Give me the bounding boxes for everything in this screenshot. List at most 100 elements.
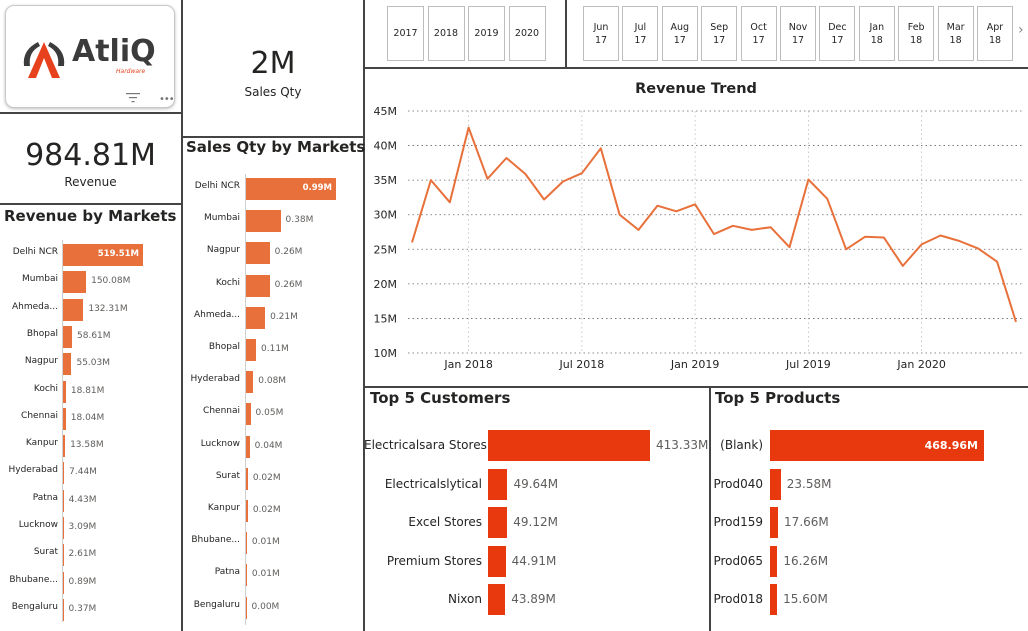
filter-lines-icon[interactable]: [126, 92, 140, 104]
year-option-2019[interactable]: 2019: [468, 6, 505, 61]
bar-label: Bengaluru: [193, 599, 240, 610]
bar[interactable]: [770, 545, 778, 577]
bar[interactable]: [246, 210, 281, 233]
month-option[interactable]: Dec 17: [819, 6, 856, 61]
month-name: Dec: [828, 21, 847, 33]
year-option-2020[interactable]: 2020: [508, 6, 546, 61]
year-slicer: 2017 2018 2019 2020: [364, 0, 565, 67]
bar-label: Bhopal: [208, 342, 240, 352]
revenue-value: 984.81M: [25, 138, 156, 173]
bar-value: 2.61M: [68, 549, 97, 560]
bar-value: 43.89M: [511, 592, 556, 606]
month-option[interactable]: Jun 17: [583, 6, 619, 61]
divider: [0, 203, 182, 205]
year-option-2017[interactable]: 2017: [387, 6, 424, 61]
y-tick-label: 40M: [374, 140, 398, 153]
month-year: 17: [713, 34, 726, 46]
bar[interactable]: [246, 564, 247, 587]
bar[interactable]: [770, 468, 781, 500]
y-tick-label: 30M: [374, 209, 398, 222]
bar-label: Kochi: [33, 383, 58, 394]
bar-label: Lucknow: [18, 520, 58, 530]
bar[interactable]: [63, 271, 87, 294]
bar[interactable]: [63, 598, 64, 621]
month-option[interactable]: Mar 18: [937, 6, 974, 61]
bar-value: 413.33M: [656, 438, 709, 452]
bar-value: 7.44M: [69, 467, 97, 478]
bar[interactable]: [246, 467, 248, 490]
bar[interactable]: [63, 325, 73, 348]
month-option[interactable]: Nov 17: [780, 6, 816, 61]
bar[interactable]: [770, 584, 778, 615]
bar-value: 0.02M: [252, 505, 281, 515]
bar-value: 3.09M: [68, 522, 97, 532]
bar-value: 0.99M: [302, 183, 332, 193]
sales-qty-value: 2M: [250, 46, 296, 81]
bar[interactable]: [246, 500, 248, 522]
bar[interactable]: [63, 407, 66, 430]
y-tick-label: 45M: [374, 105, 398, 118]
y-tick-label: 10M: [374, 347, 398, 360]
bar[interactable]: [63, 380, 66, 403]
bar[interactable]: [63, 462, 65, 485]
bar[interactable]: [488, 468, 508, 500]
bar-label: Kanpur: [207, 503, 240, 513]
bar-label: Delhi NCR: [12, 247, 58, 257]
logo-card[interactable]: AtliQ Hardware •••: [5, 5, 175, 108]
sales-qty-label: Sales Qty: [244, 85, 302, 99]
bar[interactable]: [770, 507, 779, 538]
bar[interactable]: [246, 274, 270, 297]
month-name: Jul: [634, 21, 647, 33]
revenue-trend-panel: Revenue Trend 10M 15M 20M 25M 30M 35M 40M 45M Ja…: [364, 69, 1028, 386]
bar-value: 0.38M: [285, 215, 314, 226]
bar[interactable]: [63, 298, 84, 321]
bar[interactable]: [246, 306, 266, 329]
bar[interactable]: [488, 430, 650, 461]
bar[interactable]: [63, 517, 64, 539]
bar[interactable]: [63, 489, 64, 512]
more-options-icon[interactable]: •••: [159, 94, 175, 105]
revenue-trend-line: [411, 126, 1017, 323]
bar-label: Surat: [33, 547, 58, 558]
bar[interactable]: [63, 571, 64, 594]
x-tick-label: Jul 2019: [785, 358, 831, 371]
month-option[interactable]: Feb 18: [898, 6, 935, 61]
bar-value: 150.08M: [91, 276, 131, 287]
revenue-kpi-card: 984.81M Revenue: [0, 114, 181, 203]
bar-value: 0.26M: [274, 247, 303, 258]
bar-value: 49.12M: [513, 515, 558, 529]
bar-label: Mumbai: [204, 213, 240, 224]
bar[interactable]: [246, 435, 250, 458]
bar-label: Ahmeda...: [12, 301, 58, 312]
bar[interactable]: [63, 353, 72, 376]
bar-label: Patna: [214, 567, 240, 578]
bar-label: Nixon: [448, 592, 482, 606]
bar-value: 0.89M: [68, 576, 97, 587]
bar[interactable]: [488, 507, 508, 538]
bar[interactable]: [246, 242, 270, 265]
revenue-trend-chart: 10M 15M 20M 25M 30M 35M 40M 45M Jan 2018 Jul 2018…: [374, 105, 1024, 371]
bar[interactable]: [246, 596, 247, 619]
bar[interactable]: [63, 544, 64, 567]
bar-label: Bengaluru: [11, 601, 58, 612]
bar[interactable]: [246, 532, 247, 555]
bar[interactable]: [488, 545, 506, 577]
bar-value: 0.00M: [251, 601, 280, 612]
bar[interactable]: [246, 371, 254, 394]
bar[interactable]: [246, 403, 251, 426]
month-option[interactable]: Apr 18: [977, 6, 1013, 61]
month-year: 17: [594, 34, 608, 46]
bar[interactable]: [488, 584, 506, 615]
bar-value: 132.31M: [88, 303, 128, 314]
year-option-2018[interactable]: 2018: [427, 6, 465, 61]
month-option[interactable]: Sep 17: [701, 6, 738, 61]
bar-label: Nagpur: [206, 245, 240, 256]
month-option[interactable]: Aug 17: [661, 6, 698, 61]
chevron-right-icon[interactable]: ›: [1018, 22, 1024, 38]
month-option[interactable]: Jul 17: [622, 6, 659, 61]
bar[interactable]: [63, 435, 66, 458]
month-name: Mar: [946, 21, 965, 33]
month-option[interactable]: Jan 18: [858, 6, 895, 61]
month-option[interactable]: Oct 17: [740, 6, 777, 61]
bar[interactable]: [246, 339, 256, 361]
